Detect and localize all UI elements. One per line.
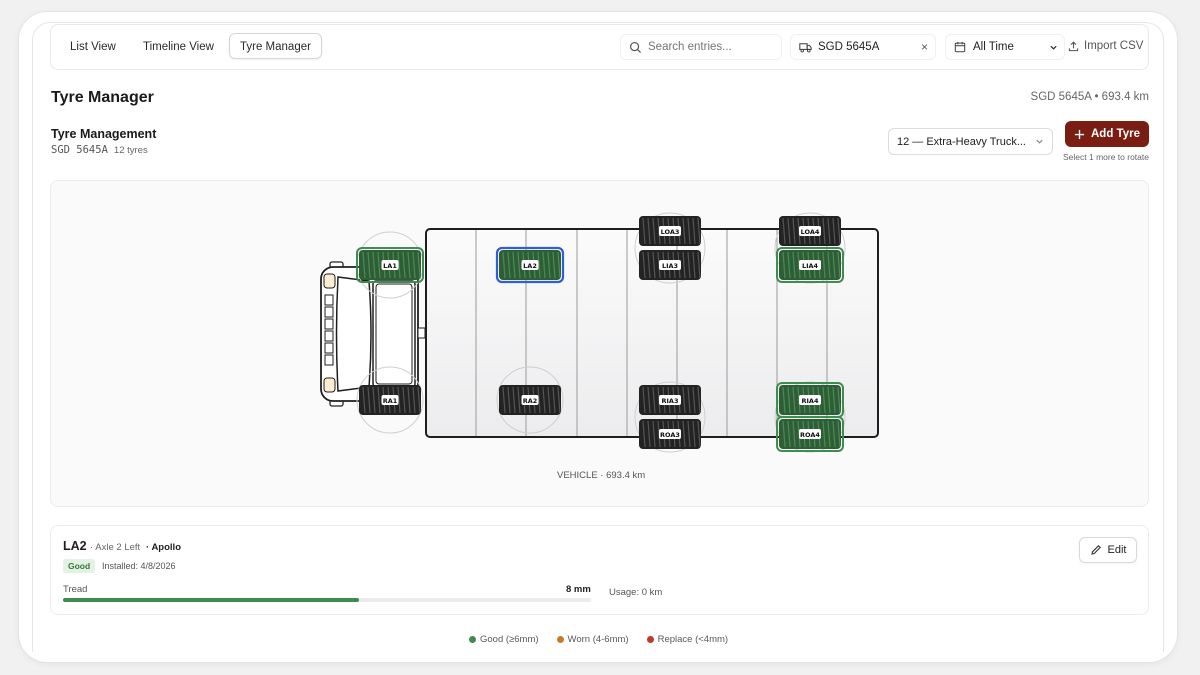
page-title: Tyre Manager: [51, 89, 154, 106]
legend-good-label: Good (≥6mm): [480, 634, 539, 645]
tab-tyre-manager[interactable]: Tyre Manager: [229, 33, 322, 59]
diagram-caption: VEHICLE · 693.4 km: [557, 470, 646, 481]
legend-dot-icon: [646, 636, 654, 643]
tread-value: 8 mm: [566, 584, 591, 595]
tyre-label: RIA4: [802, 397, 819, 405]
tyre-label: ROA3: [660, 431, 680, 439]
tyre-count: 12 tyres: [113, 145, 148, 156]
import-csv-button[interactable]: Import CSV: [1068, 40, 1143, 52]
tyre-label: LOA3: [661, 228, 680, 236]
tyre-label: LA1: [383, 262, 397, 270]
legend-worn: Worn (4-6mm): [556, 634, 629, 645]
tyre-la2[interactable]: LA2: [495, 246, 565, 284]
tyre-roa4[interactable]: ROA4: [776, 416, 844, 452]
calendar-icon: [954, 41, 966, 53]
tyre-label: RA2: [523, 397, 538, 405]
import-csv-label: Import CSV: [1084, 40, 1144, 52]
tyre-ria4[interactable]: RIA4: [776, 382, 844, 418]
search-input[interactable]: [648, 41, 778, 53]
tread-bar-fill: [63, 598, 359, 602]
config-select-value: 12 — Extra-Heavy Truck...: [897, 135, 1026, 148]
section-title: Tyre Management: [51, 127, 157, 141]
legend-replace: Replace (<4mm): [646, 634, 729, 645]
usage-text: Usage: 0 km: [609, 587, 663, 598]
time-filter[interactable]: All Time: [945, 34, 1065, 60]
time-filter-value: All Time: [973, 41, 1014, 53]
status-badge: Good: [63, 559, 96, 573]
status-legend: Good (≥6mm) Worn (4-6mm) Replace (<4mm): [469, 634, 728, 645]
vehicle-filter[interactable]: SGD 5645A: [790, 34, 936, 60]
tyre-ra2[interactable]: RA2: [499, 385, 561, 415]
legend-replace-label: Replace (<4mm): [657, 634, 729, 645]
tyre-label: RIA3: [662, 397, 679, 405]
config-select[interactable]: 12 — Extra-Heavy Truck...: [888, 128, 1053, 155]
vehicle-diagram: LA1 LA2 LOA3 LIA3 LOA4 LIA4 RA1 RA2 RIA3 ROA3 RIA4…: [50, 180, 1149, 507]
add-tyre-button[interactable]: Add Tyre: [1065, 121, 1149, 147]
clear-vehicle-icon[interactable]: ×: [921, 40, 928, 54]
add-tyre-label: Add Tyre: [1091, 128, 1140, 140]
section-subtitle: SGD 5645A 12 tyres: [51, 144, 148, 156]
tyre-roa3[interactable]: ROA3: [639, 419, 701, 449]
edit-label: Edit: [1107, 544, 1127, 556]
detail-brand: · Apollo: [146, 542, 181, 553]
vehicle-filter-value: SGD 5645A: [818, 41, 880, 53]
tread-label: Tread: [63, 584, 88, 595]
tyre-loa4[interactable]: LOA4: [779, 216, 841, 246]
tyre-ra1[interactable]: RA1: [359, 385, 421, 415]
tyre-label: RA1: [383, 397, 398, 405]
rotate-hint: Select 1 more to rotate: [1063, 152, 1149, 162]
tyre-lia4[interactable]: LIA4: [776, 247, 844, 283]
legend-good: Good (≥6mm): [469, 634, 539, 645]
truck-cab: [320, 261, 426, 407]
tread-bar: [63, 598, 591, 602]
page-summary: SGD 5645A • 693.4 km: [1030, 91, 1149, 103]
tyre-ria3[interactable]: RIA3: [639, 385, 701, 415]
tyre-label: LOA4: [801, 228, 820, 236]
tyre-label: LIA3: [662, 262, 678, 270]
legend-dot-icon: [556, 636, 564, 643]
tab-list-view[interactable]: List View: [60, 34, 126, 60]
tyre-label: ROA4: [800, 431, 820, 439]
detail-tyre-id: LA2: [63, 539, 87, 553]
truck-icon: [799, 43, 812, 53]
edit-button[interactable]: Edit: [1079, 537, 1137, 563]
tyre-label: LA2: [523, 262, 537, 270]
legend-worn-label: Worn (4-6mm): [567, 634, 629, 645]
legend-dot-icon: [469, 636, 476, 643]
tab-timeline-view[interactable]: Timeline View: [133, 34, 224, 60]
pencil-icon: [1090, 545, 1101, 555]
chevron-down-icon: [1050, 45, 1057, 50]
vehicle-diagram-canvas: LA1 LA2 LOA3 LIA3 LOA4 LIA4 RA1 RA2 RIA3 ROA3 RIA4…: [320, 212, 879, 453]
detail-position: · Axle 2 Left: [90, 542, 141, 553]
tyre-label: LIA4: [802, 262, 819, 270]
plate-number: SGD 5645A: [51, 144, 108, 156]
chevron-down-icon: [1036, 139, 1043, 144]
tyre-loa3[interactable]: LOA3: [639, 216, 701, 246]
installed-date: Installed: 4/8/2026: [102, 561, 176, 571]
search-icon: [629, 41, 642, 53]
plus-icon: [1074, 129, 1085, 139]
tyre-la1[interactable]: LA1: [356, 247, 424, 283]
search-field[interactable]: [620, 34, 782, 60]
tyre-lia3[interactable]: LIA3: [639, 250, 701, 280]
upload-icon: [1068, 40, 1079, 51]
